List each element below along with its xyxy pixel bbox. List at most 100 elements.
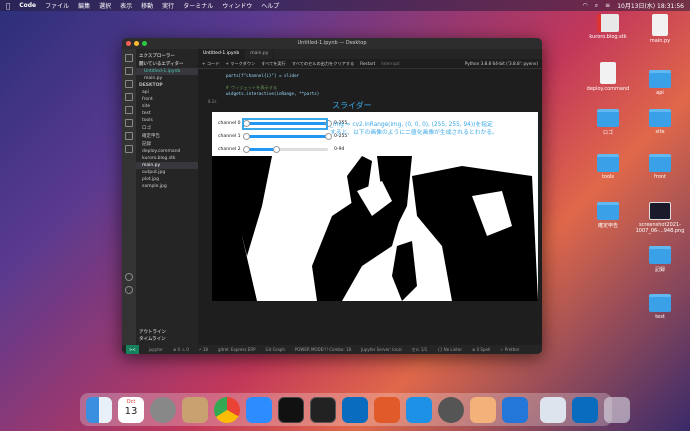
desktop-icon[interactable]: ロゴ bbox=[580, 109, 636, 136]
app-menu[interactable]: Code bbox=[19, 2, 36, 9]
slider-channel-1[interactable]: channel 1 0-255 bbox=[218, 132, 347, 141]
zoom-icon[interactable] bbox=[246, 396, 272, 423]
menu-window[interactable]: ウィンドウ bbox=[222, 1, 252, 10]
finder-icon[interactable] bbox=[86, 396, 112, 423]
remote-indicator[interactable]: >< bbox=[126, 345, 139, 354]
tree-item-folder[interactable]: front bbox=[136, 96, 198, 103]
status-item[interactable]: ✓ Prettier bbox=[500, 347, 519, 352]
tree-item-folder[interactable]: test bbox=[136, 110, 198, 117]
desktop-icon[interactable]: test bbox=[632, 294, 688, 320]
status-item[interactable]: POWER MODE!!! Combo: 18 bbox=[295, 347, 351, 352]
system-preferences-icon[interactable] bbox=[150, 396, 176, 423]
contacts-icon[interactable] bbox=[182, 396, 208, 423]
terminal-2-icon[interactable] bbox=[310, 396, 336, 423]
tree-item-folder[interactable]: ロゴ bbox=[136, 124, 198, 132]
slider-track[interactable] bbox=[242, 146, 328, 153]
menu-edit[interactable]: 編集 bbox=[78, 1, 90, 10]
git-app-icon[interactable] bbox=[374, 396, 400, 423]
status-problems[interactable]: ⊗ 0 ⚠ 0 bbox=[173, 347, 189, 352]
run-all-button[interactable]: すべてを実行 bbox=[261, 61, 286, 67]
tree-item-folder[interactable]: site bbox=[136, 103, 198, 110]
tree-item-file[interactable]: deploy.command bbox=[136, 148, 198, 155]
docker-icon[interactable] bbox=[125, 145, 133, 153]
search-icon[interactable]: ⌕ bbox=[595, 2, 598, 10]
menu-go[interactable]: 移動 bbox=[141, 1, 153, 10]
status-item[interactable]: gitrel: Express ERP bbox=[218, 347, 256, 352]
account-icon[interactable] bbox=[125, 273, 133, 281]
desktop-icon[interactable]: 確定申告 bbox=[580, 202, 636, 229]
search-icon[interactable] bbox=[125, 67, 133, 75]
tab-untitled-notebook[interactable]: Untitled-1.ipynb bbox=[198, 49, 246, 59]
desktop-icon[interactable]: front bbox=[632, 154, 688, 180]
extensions-icon[interactable] bbox=[125, 106, 133, 114]
menu-terminal[interactable]: ターミナル bbox=[183, 1, 213, 10]
kernel-selector[interactable]: Python 3.8.8 64-bit ('3.8.8': pyenv) bbox=[465, 61, 538, 66]
vscode-2-icon[interactable] bbox=[572, 396, 598, 423]
terminal-icon[interactable] bbox=[278, 396, 304, 423]
status-item[interactable]: ⚡ 18 bbox=[199, 347, 208, 352]
tree-item-file[interactable]: sample.jpg bbox=[136, 183, 198, 190]
remote-icon[interactable] bbox=[502, 396, 528, 423]
slider-low-handle[interactable] bbox=[242, 133, 250, 140]
apple-icon[interactable]:  bbox=[6, 2, 10, 10]
control-center-icon[interactable]: ≡ bbox=[605, 2, 610, 9]
preview-icon[interactable] bbox=[470, 396, 496, 423]
desktop-icon[interactable]: deploy.command bbox=[580, 62, 636, 92]
status-item[interactable]: セル 1/1 bbox=[412, 347, 428, 353]
tree-item-folder[interactable]: 確定申告 bbox=[136, 132, 198, 140]
desktop-icon[interactable]: api bbox=[632, 70, 688, 96]
menu-file[interactable]: ファイル bbox=[45, 1, 69, 10]
menu-view[interactable]: 表示 bbox=[120, 1, 132, 10]
tree-item-file[interactable]: kuroro.blog.stk bbox=[136, 155, 198, 162]
tree-item-folder[interactable]: 記録 bbox=[136, 140, 198, 148]
restart-button[interactable]: Restart bbox=[360, 61, 375, 66]
desktop-icon[interactable]: tools bbox=[580, 154, 636, 180]
slider-high-handle[interactable] bbox=[272, 146, 280, 153]
desktop-icon[interactable]: kuroro.blog.stk bbox=[580, 14, 636, 40]
tree-item-folder[interactable]: tools bbox=[136, 117, 198, 124]
code-cell[interactable]: parts[f"channel{i}"] = slider # ウィジェットを表… bbox=[198, 69, 542, 97]
interrupt-button[interactable]: Interrupt bbox=[381, 61, 399, 66]
tree-item-file[interactable]: output.jpg bbox=[136, 169, 198, 176]
desktop-icon[interactable]: main.py bbox=[632, 14, 688, 44]
status-item[interactable]: Jupyter Server: local bbox=[361, 347, 402, 352]
minimize-icon[interactable] bbox=[134, 41, 139, 46]
clear-outputs-button[interactable]: すべてのセルの出力をクリアする bbox=[292, 61, 354, 67]
tree-item-folder[interactable]: api bbox=[136, 89, 198, 96]
desktop-section[interactable]: DESKTOP bbox=[136, 82, 198, 89]
open-editors-section[interactable]: 開いているエディター bbox=[136, 60, 198, 68]
add-markdown-button[interactable]: + マークダウン bbox=[225, 61, 255, 67]
clock[interactable]: 10月13日(水) 18:31:56 bbox=[617, 1, 684, 10]
slider-channel-2[interactable]: channel 2 0-94 bbox=[218, 145, 344, 154]
slider-low-handle[interactable] bbox=[242, 146, 250, 153]
desktop-icon[interactable]: screenshot2021-1007_06-...948.png bbox=[632, 202, 688, 234]
settings-gear-icon[interactable] bbox=[125, 286, 133, 294]
tab-main-py[interactable]: main.py bbox=[245, 49, 275, 59]
tree-item-file[interactable]: plot.jpg bbox=[136, 176, 198, 183]
open-editor-item[interactable]: main.py bbox=[136, 75, 198, 82]
tree-item-file[interactable]: main.py bbox=[136, 162, 198, 169]
slider-track[interactable] bbox=[242, 133, 332, 140]
run-debug-icon[interactable] bbox=[125, 93, 133, 101]
open-editor-item[interactable]: Untitled-1.ipynb bbox=[136, 68, 198, 75]
quicktime-icon[interactable] bbox=[438, 396, 464, 423]
explorer-icon[interactable] bbox=[125, 54, 133, 62]
close-icon[interactable] bbox=[126, 41, 131, 46]
remote-explorer-icon[interactable] bbox=[125, 119, 133, 127]
screenshot-icon[interactable] bbox=[540, 396, 566, 423]
docker-icon[interactable] bbox=[406, 396, 432, 423]
chrome-icon[interactable] bbox=[214, 396, 240, 423]
calendar-icon[interactable]: Oct 13 bbox=[118, 396, 144, 423]
desktop-icon[interactable]: 記録 bbox=[632, 246, 688, 273]
add-code-button[interactable]: + コード bbox=[202, 61, 219, 67]
maximize-icon[interactable] bbox=[142, 41, 147, 46]
vscode-icon[interactable] bbox=[342, 396, 368, 423]
wifi-icon[interactable]: ◠ bbox=[583, 2, 588, 9]
desktop-icon[interactable]: site bbox=[632, 109, 688, 135]
status-item[interactable]: Git Graph bbox=[266, 347, 285, 352]
status-item[interactable]: {} No Linter bbox=[437, 347, 462, 352]
status-item[interactable]: ⊗ 0 Spell bbox=[472, 347, 490, 352]
status-item[interactable]: jupyter bbox=[149, 347, 163, 352]
menu-select[interactable]: 選択 bbox=[99, 1, 111, 10]
menu-help[interactable]: ヘルプ bbox=[261, 1, 279, 10]
